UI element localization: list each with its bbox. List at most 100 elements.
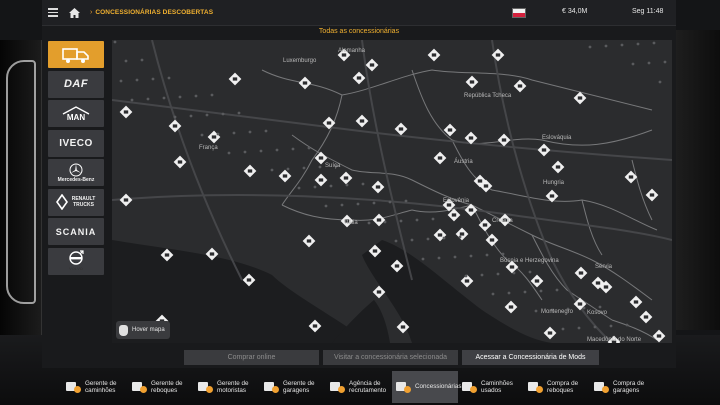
city-dot bbox=[577, 326, 581, 330]
dealer-marker[interactable] bbox=[352, 71, 366, 85]
hover-map-toggle[interactable]: Hover mapa bbox=[116, 321, 170, 339]
hover-map-label: Hover mapa bbox=[132, 327, 165, 333]
dealer-marker[interactable] bbox=[278, 169, 292, 183]
dealer-marker[interactable] bbox=[497, 133, 511, 147]
dealer-marker[interactable] bbox=[433, 228, 447, 242]
city-dot bbox=[307, 146, 311, 150]
city-dot bbox=[270, 168, 274, 172]
city-dot bbox=[200, 133, 204, 137]
menu-icon[interactable] bbox=[42, 0, 64, 26]
dealer-marker[interactable] bbox=[464, 203, 478, 217]
dealer-marker[interactable] bbox=[243, 164, 257, 178]
city-dot bbox=[194, 94, 198, 98]
dealer-marker[interactable] bbox=[119, 193, 133, 207]
bottom-nav: Gerente de caminhões Gerente de reboques… bbox=[62, 371, 658, 403]
city-dot bbox=[243, 150, 247, 154]
city-dot bbox=[501, 252, 505, 256]
dealer-marker[interactable] bbox=[574, 266, 588, 280]
city-dot bbox=[275, 148, 279, 152]
home-icon[interactable] bbox=[64, 0, 84, 26]
brand-filter-renault[interactable]: RENAULT TRUCKS bbox=[48, 188, 104, 216]
dealer-marker[interactable] bbox=[513, 79, 527, 93]
city-dot bbox=[227, 151, 231, 155]
volvo-label: VOLVO bbox=[69, 266, 83, 271]
city-dot bbox=[264, 129, 268, 133]
dealer-marker[interactable] bbox=[543, 326, 557, 340]
dealer-marker[interactable] bbox=[339, 171, 353, 185]
city-dot bbox=[130, 98, 134, 102]
brand-filter-mercedes[interactable]: Mercedes-Benz bbox=[48, 159, 104, 186]
city-dot bbox=[404, 199, 408, 203]
city-dot bbox=[453, 255, 457, 259]
city-dot bbox=[210, 93, 214, 97]
dealer-marker[interactable] bbox=[207, 130, 221, 144]
brand-filter-scania[interactable]: SCANIA bbox=[48, 218, 104, 245]
nav-buy-trailers[interactable]: Compra de reboques bbox=[524, 371, 590, 403]
dealer-marker[interactable] bbox=[478, 218, 492, 232]
dealer-marker[interactable] bbox=[372, 213, 386, 227]
scania-logo: SCANIA bbox=[55, 226, 97, 237]
dealer-marker[interactable] bbox=[355, 114, 369, 128]
dealer-marker[interactable] bbox=[485, 233, 499, 247]
city-dot bbox=[189, 114, 193, 118]
dealer-marker[interactable] bbox=[652, 329, 666, 343]
brand-filter-iveco[interactable]: IVECO bbox=[48, 129, 104, 157]
nav-driver-manager[interactable]: Gerente de motoristas bbox=[194, 371, 260, 403]
nav-label: Gerente de reboques bbox=[151, 379, 183, 395]
iveco-logo: IVECO bbox=[59, 137, 93, 149]
buy-online-button[interactable]: Comprar online bbox=[184, 350, 319, 365]
dealer-marker[interactable] bbox=[504, 300, 518, 314]
dealer-marker[interactable] bbox=[433, 151, 447, 165]
dealer-marker[interactable] bbox=[228, 72, 242, 86]
brand-filter-volvo[interactable]: VOLVO bbox=[48, 247, 104, 275]
breadcrumb[interactable]: CONCESSIONÁRIAS DESCOBERTAS bbox=[95, 9, 213, 16]
brand-filter-daf[interactable]: DAF bbox=[48, 70, 104, 98]
dealer-marker[interactable] bbox=[427, 48, 441, 62]
mercedes-star-icon bbox=[69, 163, 83, 176]
mouse-icon bbox=[119, 324, 128, 336]
nav-buy-garages[interactable]: Compra de garagens bbox=[590, 371, 656, 403]
nav-garage-manager[interactable]: Gerente de garagens bbox=[260, 371, 326, 403]
dealer-marker[interactable] bbox=[298, 76, 312, 90]
city-dot bbox=[216, 132, 220, 136]
dealer-marker[interactable] bbox=[394, 122, 408, 136]
renault-label: RENAULT TRUCKS bbox=[71, 196, 96, 208]
brand-filter-man[interactable]: MAN bbox=[48, 100, 104, 127]
dealer-marker[interactable] bbox=[302, 234, 316, 248]
visit-dealer-button[interactable]: Visitar a concessionária selecionada bbox=[323, 350, 458, 365]
city-dot bbox=[658, 80, 662, 84]
dealer-marker[interactable] bbox=[371, 180, 385, 194]
dealer-marker[interactable] bbox=[639, 310, 653, 324]
city-dot bbox=[113, 40, 117, 44]
dealer-marker[interactable] bbox=[314, 173, 328, 187]
background-bus-right bbox=[675, 30, 720, 330]
city-dot bbox=[609, 324, 613, 328]
buy-garages-icon bbox=[594, 380, 610, 394]
dealer-marker[interactable] bbox=[551, 160, 565, 174]
nav-trailer-manager[interactable]: Gerente de reboques bbox=[128, 371, 194, 403]
map-label-servia: Sérvia bbox=[595, 264, 613, 270]
nav-truck-manager[interactable]: Gerente de caminhões bbox=[62, 371, 128, 403]
brand-filter-all[interactable] bbox=[48, 41, 104, 68]
dealer-marker[interactable] bbox=[465, 75, 479, 89]
renault-diamond-icon bbox=[55, 194, 68, 210]
buy-trailers-icon bbox=[528, 380, 544, 394]
dealer-marker[interactable] bbox=[365, 58, 379, 72]
dealer-marker[interactable] bbox=[119, 105, 133, 119]
city-dot bbox=[146, 97, 150, 101]
map-label-franca: França bbox=[199, 145, 218, 151]
dealer-marker[interactable] bbox=[629, 295, 643, 309]
dealer-map[interactable]: Alemanha Luxemburgo República Tcheca Esl… bbox=[112, 40, 672, 343]
city-dot bbox=[248, 130, 252, 134]
dealer-marker[interactable] bbox=[455, 227, 469, 241]
dealer-marker[interactable] bbox=[645, 188, 659, 202]
nav-dealers[interactable]: Concessionárias bbox=[392, 371, 462, 403]
mod-dealer-button[interactable]: Acessar a Concessionária de Mods bbox=[462, 350, 599, 365]
dealer-marker[interactable] bbox=[537, 143, 551, 157]
nav-used-trucks[interactable]: Caminhões usados bbox=[458, 371, 524, 403]
map-canvas[interactable] bbox=[112, 40, 672, 343]
city-dot bbox=[345, 183, 349, 187]
city-dot bbox=[232, 131, 236, 135]
dealer-marker[interactable] bbox=[173, 155, 187, 169]
nav-recruitment[interactable]: Agência de recrutamento bbox=[326, 371, 392, 403]
